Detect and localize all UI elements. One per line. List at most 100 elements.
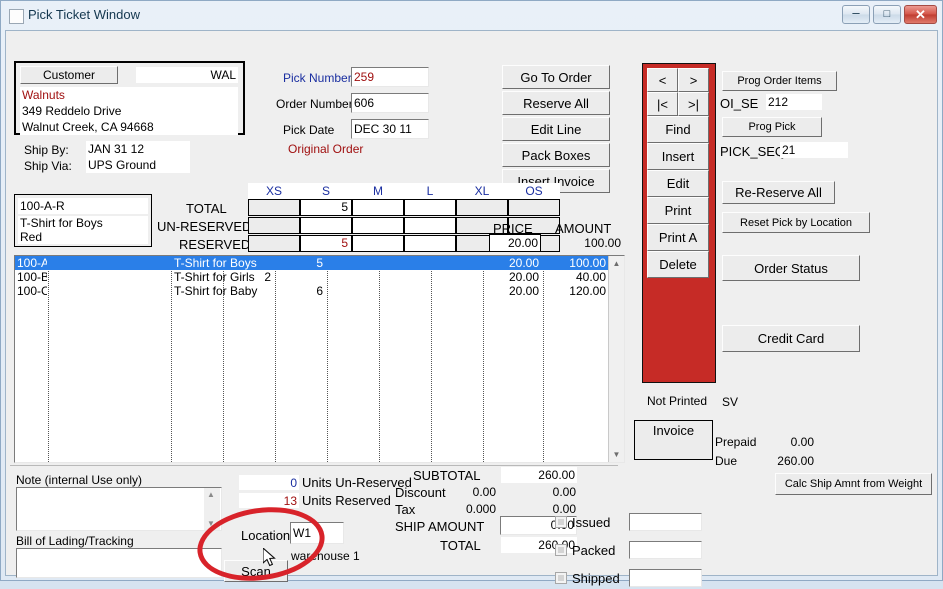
scroll-up-icon[interactable]: ▲ bbox=[609, 256, 624, 271]
maximize-icon: □ bbox=[883, 8, 891, 20]
close-button[interactable]: ✕ bbox=[904, 5, 937, 24]
minimize-button[interactable]: – bbox=[842, 5, 870, 24]
pick-number-field[interactable]: 259 bbox=[351, 67, 429, 87]
price-field[interactable]: 20.00 bbox=[489, 234, 541, 252]
credit-card-button[interactable]: Credit Card bbox=[722, 325, 860, 352]
pick-seq-field[interactable]: 21 bbox=[780, 142, 848, 158]
find-button[interactable]: Find bbox=[647, 116, 709, 143]
grid-total-l[interactable] bbox=[404, 199, 456, 216]
units-reserved-field[interactable]: 13 bbox=[239, 493, 299, 508]
note-scroll-up-icon[interactable]: ▲ bbox=[207, 490, 215, 499]
pick-ticket-window: Pick Ticket Window – □ ✕ Customer WAL Wa… bbox=[0, 0, 943, 589]
grid-unreserved-xs[interactable] bbox=[248, 217, 300, 234]
grid-col-os: OS bbox=[508, 183, 560, 199]
ship-via-label: Ship Via: bbox=[24, 159, 72, 173]
prepaid-value: 0.00 bbox=[790, 435, 814, 449]
print-a-button[interactable]: Print A bbox=[647, 224, 709, 251]
order-status-button[interactable]: Order Status bbox=[722, 255, 860, 281]
packed-checkbox[interactable] bbox=[555, 544, 567, 556]
re-reserve-all-button[interactable]: Re-Reserve All bbox=[722, 181, 835, 204]
ship-via-field[interactable]: UPS Ground bbox=[86, 157, 190, 173]
row-amount: 100.00 bbox=[569, 256, 606, 270]
discount-rate: 0.00 bbox=[472, 485, 496, 499]
customer-name-field[interactable]: Walnuts bbox=[20, 87, 238, 103]
customer-address1-field[interactable]: 349 Reddelo Drive bbox=[20, 103, 238, 119]
shipped-field[interactable] bbox=[629, 569, 702, 587]
prog-order-items-button[interactable]: Prog Order Items bbox=[722, 71, 837, 91]
nav-next-button[interactable]: > bbox=[678, 68, 709, 92]
issued-field[interactable] bbox=[629, 513, 702, 531]
customer-code-field[interactable]: WAL bbox=[136, 67, 238, 83]
original-order-label: Original Order bbox=[286, 141, 429, 157]
row-amount: 120.00 bbox=[569, 284, 606, 298]
item-description-field[interactable]: T-Shirt for Boys Red bbox=[18, 216, 148, 244]
list-scrollbar[interactable]: ▲ ▼ bbox=[608, 256, 624, 462]
grid-unreserved-m[interactable] bbox=[352, 217, 404, 234]
delete-button[interactable]: Delete bbox=[647, 251, 709, 278]
grid-reserved-m[interactable] bbox=[352, 235, 404, 252]
maximize-button[interactable]: □ bbox=[873, 5, 901, 24]
grid-col-l: L bbox=[404, 183, 456, 199]
note-input[interactable] bbox=[16, 487, 222, 531]
discount-value: 0.00 bbox=[552, 485, 576, 499]
invoice-button[interactable]: Invoice bbox=[634, 420, 713, 460]
grid-col-xs: XS bbox=[248, 183, 300, 199]
pick-date-field[interactable]: DEC 30 11 bbox=[351, 119, 429, 139]
nav-last-button[interactable]: >| bbox=[678, 92, 709, 116]
note-scrollbar[interactable]: ▲ ▼ bbox=[204, 488, 220, 530]
table-row[interactable]: 100-B T-Shirt for Girls 2 20.00 40.00 bbox=[15, 270, 610, 284]
grid-unreserved-l[interactable] bbox=[404, 217, 456, 234]
ship-amount-label: SHIP AMOUNT bbox=[395, 519, 485, 534]
grid-total-s[interactable]: 5 bbox=[300, 199, 352, 216]
scroll-down-icon[interactable]: ▼ bbox=[609, 447, 624, 462]
units-unreserved-field[interactable]: 0 bbox=[239, 475, 299, 490]
customer-address2-field[interactable]: Walnut Creek, CA 94668 bbox=[20, 119, 238, 135]
oi-se-field[interactable]: 212 bbox=[766, 94, 822, 110]
grid-reserved-xs[interactable] bbox=[248, 235, 300, 252]
grid-total-xl[interactable] bbox=[456, 199, 508, 216]
minimize-icon: – bbox=[852, 5, 860, 20]
reserve-all-button[interactable]: Reserve All bbox=[502, 91, 610, 115]
issued-checkbox[interactable] bbox=[555, 516, 567, 528]
print-status-label: Not Printed bbox=[647, 394, 708, 408]
grid-total-m[interactable] bbox=[352, 199, 404, 216]
prog-pick-button[interactable]: Prog Pick bbox=[722, 117, 822, 137]
bol-input[interactable] bbox=[16, 548, 222, 578]
pack-boxes-button[interactable]: Pack Boxes bbox=[502, 143, 610, 167]
table-row[interactable]: 100-C T-Shirt for Baby 6 20.00 120.00 bbox=[15, 284, 610, 298]
window-title: Pick Ticket Window bbox=[28, 7, 140, 22]
navigation-panel: < > |< >| Find Insert Edit Print Print A… bbox=[642, 63, 716, 383]
line-items-list[interactable]: 100-A-R T-Shirt for Boys 5 20.00 100.00 … bbox=[14, 255, 625, 463]
calc-ship-amount-button[interactable]: Calc Ship Amnt from Weight bbox=[775, 473, 932, 495]
edit-line-button[interactable]: Edit Line bbox=[502, 117, 610, 141]
edit-button[interactable]: Edit bbox=[647, 170, 709, 197]
location-input[interactable]: W1 bbox=[290, 522, 344, 544]
note-label: Note (internal Use only) bbox=[16, 473, 143, 487]
packed-label: Packed bbox=[572, 543, 616, 558]
order-number-field[interactable]: 606 bbox=[351, 93, 429, 113]
row-s: 5 bbox=[316, 256, 323, 270]
grid-total-os[interactable] bbox=[508, 199, 560, 216]
go-to-order-button[interactable]: Go To Order bbox=[502, 65, 610, 89]
print-button[interactable]: Print bbox=[647, 197, 709, 224]
reset-pick-by-location-button[interactable]: Reset Pick by Location bbox=[722, 212, 870, 233]
note-scroll-down-icon[interactable]: ▼ bbox=[207, 519, 215, 528]
bol-label: Bill of Lading/Tracking bbox=[16, 534, 134, 548]
shipped-checkbox[interactable] bbox=[555, 572, 567, 584]
amount-label: AMOUNT bbox=[555, 221, 612, 236]
table-row[interactable]: 100-A-R T-Shirt for Boys 5 20.00 100.00 bbox=[15, 256, 610, 270]
nav-first-button[interactable]: |< bbox=[647, 92, 678, 116]
title-bar: Pick Ticket Window – □ ✕ bbox=[1, 1, 942, 30]
packed-field[interactable] bbox=[629, 541, 702, 559]
grid-total-xs[interactable] bbox=[248, 199, 300, 216]
customer-button[interactable]: Customer bbox=[20, 66, 118, 84]
nav-prev-button[interactable]: < bbox=[647, 68, 678, 92]
ship-by-field[interactable]: JAN 31 12 bbox=[86, 141, 190, 157]
item-sku-field[interactable]: 100-A-R bbox=[18, 198, 148, 214]
grid-reserved-l[interactable] bbox=[404, 235, 456, 252]
grid-unreserved-s[interactable] bbox=[300, 217, 352, 234]
grid-reserved-s[interactable]: 5 bbox=[300, 235, 352, 252]
insert-button[interactable]: Insert bbox=[647, 143, 709, 170]
line-items-columns: 100-A-R T-Shirt for Boys 5 20.00 100.00 … bbox=[15, 256, 610, 462]
grid-row-unreserved-label: UN-RESERVED bbox=[157, 219, 252, 234]
